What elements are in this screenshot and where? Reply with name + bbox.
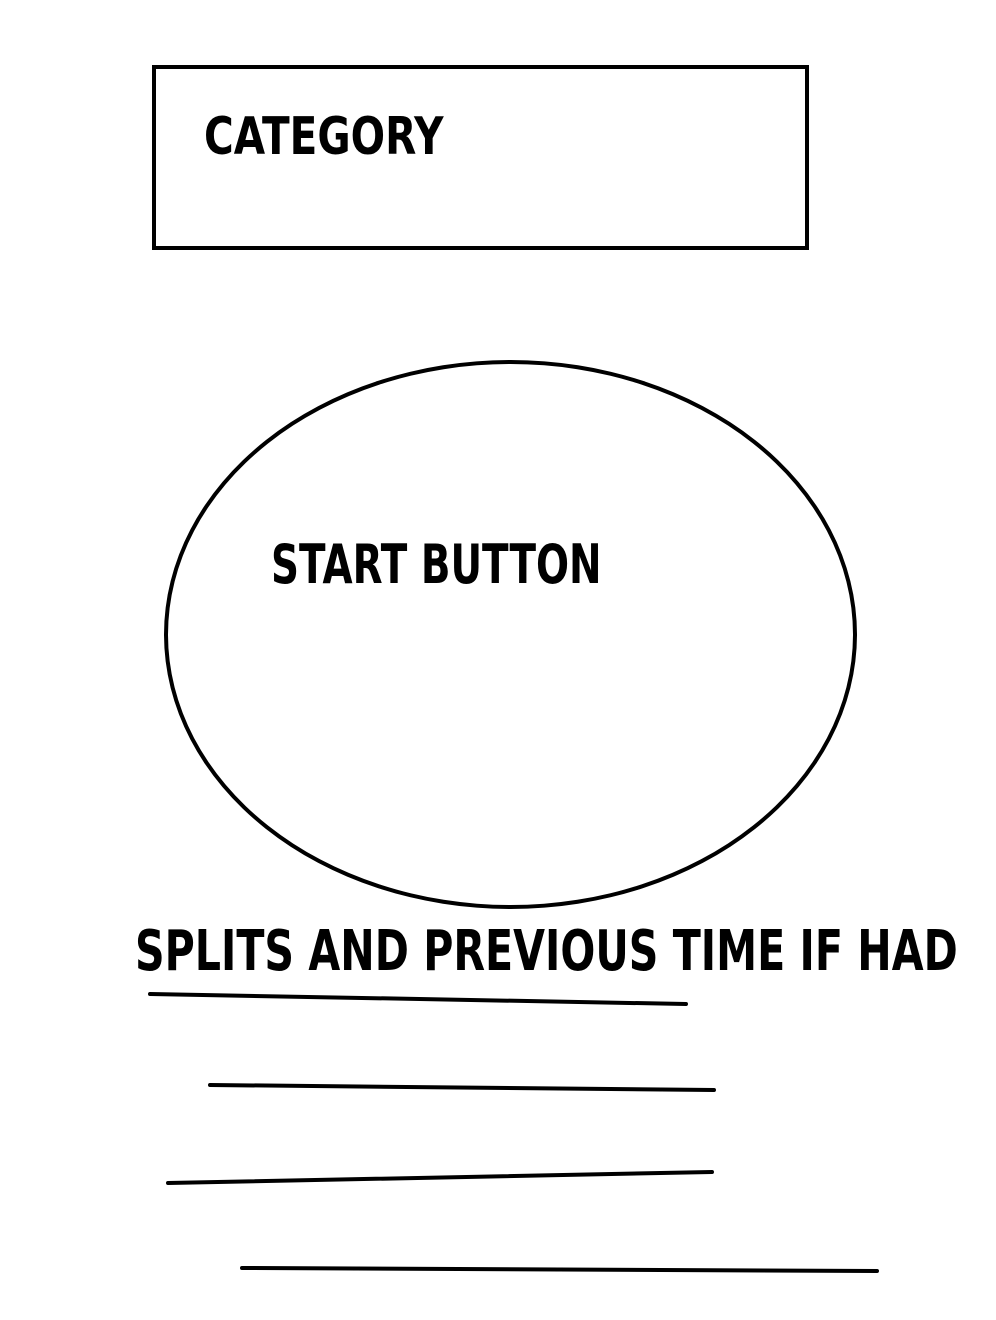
- category-label: CATEGORY: [204, 107, 444, 167]
- split-line-2: [208, 1083, 716, 1092]
- splits-heading: SPLITS AND PREVIOUS TIME IF HAD: [135, 919, 958, 984]
- split-line-4: [240, 1266, 879, 1273]
- split-line-1: [148, 992, 688, 1006]
- category-box[interactable]: CATEGORY: [152, 65, 809, 250]
- start-button[interactable]: START BUTTON: [164, 360, 857, 909]
- split-line-3: [166, 1170, 714, 1185]
- start-button-label: START BUTTON: [271, 533, 602, 596]
